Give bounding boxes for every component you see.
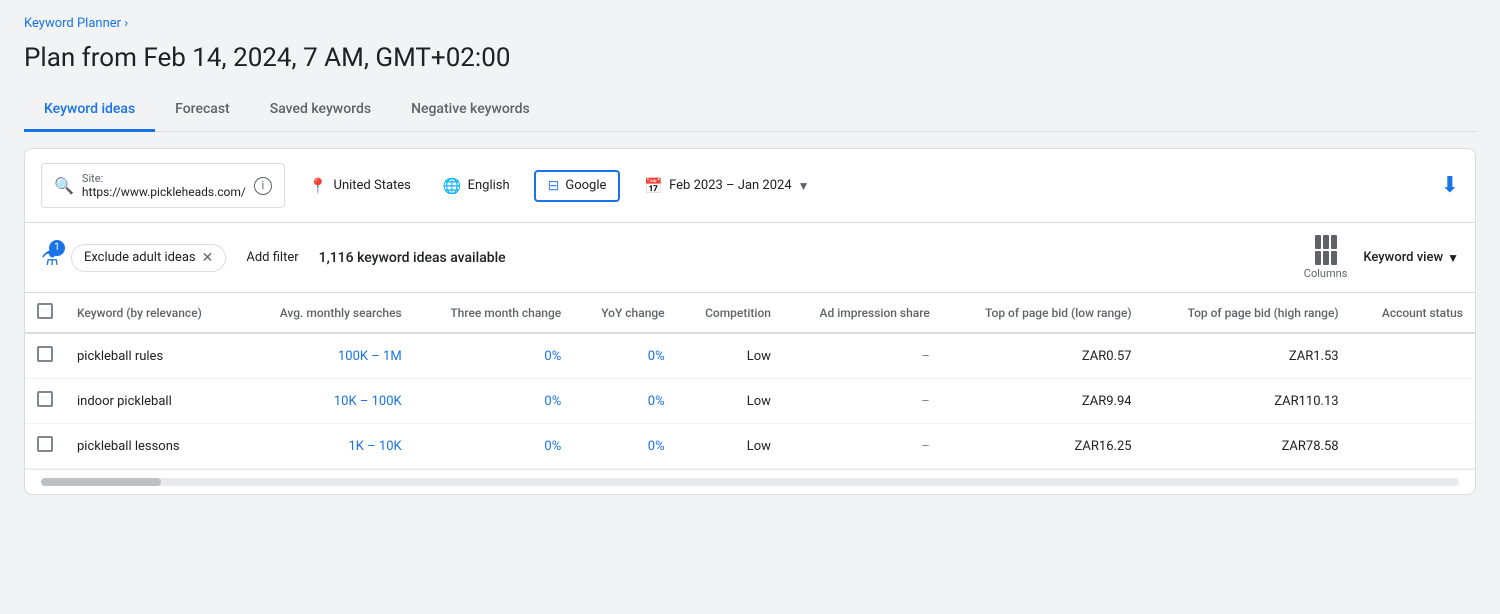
tab-negative-keywords[interactable]: Negative keywords	[391, 89, 550, 132]
location-filter[interactable]: 📍 United States	[301, 171, 419, 201]
col-header-select[interactable]	[25, 293, 65, 333]
row-top-page-low: ZAR9.94	[942, 379, 1144, 424]
location-icon: 📍	[309, 177, 328, 195]
search-engine-filter[interactable]: ⊟ Google	[534, 170, 621, 202]
site-info-icon[interactable]: i	[254, 177, 272, 195]
language-filter[interactable]: 🌐 English	[435, 171, 518, 201]
row-top-page-high: ZAR1.53	[1144, 333, 1351, 379]
site-label: Site:	[82, 172, 246, 185]
col-header-top-page-low[interactable]: Top of page bid (low range)	[942, 293, 1144, 333]
row-competition: Low	[677, 333, 783, 379]
row-ad-impression: –	[783, 333, 942, 379]
row-three-month: 0%	[414, 379, 574, 424]
row-ad-impression: –	[783, 424, 942, 469]
col-header-competition[interactable]: Competition	[677, 293, 783, 333]
date-range-label: Feb 2023 – Jan 2024	[669, 178, 792, 193]
search-icon: 🔍	[54, 176, 74, 195]
row-top-page-low: ZAR0.57	[942, 333, 1144, 379]
col-header-top-page-high[interactable]: Top of page bid (high range)	[1144, 293, 1351, 333]
row-avg-monthly: 1K – 10K	[241, 424, 414, 469]
site-filter[interactable]: 🔍 Site: https://www.pickleheads.com/ i	[41, 163, 285, 208]
chevron-down-icon: ▼	[1447, 251, 1459, 265]
col-header-avg-monthly[interactable]: Avg. monthly searches	[241, 293, 414, 333]
col-header-account-status[interactable]: Account status	[1351, 293, 1475, 333]
row-yoy: 0%	[573, 333, 676, 379]
row-checkbox[interactable]	[25, 424, 65, 469]
row-competition: Low	[677, 379, 783, 424]
close-icon[interactable]: ✕	[202, 250, 214, 266]
site-url: https://www.pickleheads.com/	[82, 185, 246, 199]
date-range-filter[interactable]: 📅 Feb 2023 – Jan 2024 ▼	[636, 171, 817, 201]
chevron-down-icon: ▼	[798, 179, 810, 193]
col-header-yoy[interactable]: YoY change	[573, 293, 676, 333]
row-three-month: 0%	[414, 333, 574, 379]
col-header-three-month[interactable]: Three month change	[414, 293, 574, 333]
google-icon: ⊟	[548, 178, 560, 194]
row-top-page-low: ZAR16.25	[942, 424, 1144, 469]
row-ad-impression: –	[783, 379, 942, 424]
table-header-row: Keyword (by relevance) Avg. monthly sear…	[25, 293, 1475, 333]
row-account-status	[1351, 333, 1475, 379]
row-account-status	[1351, 379, 1475, 424]
filter-badge: 1	[49, 240, 65, 256]
row-keyword[interactable]: pickleball rules	[65, 333, 241, 379]
tab-forecast[interactable]: Forecast	[155, 89, 250, 132]
breadcrumb[interactable]: Keyword Planner ›	[24, 16, 1476, 31]
col-header-keyword[interactable]: Keyword (by relevance)	[65, 293, 241, 333]
col-header-ad-impression[interactable]: Ad impression share	[783, 293, 942, 333]
filter-funnel[interactable]: ⚗ 1	[41, 246, 59, 270]
filter-bar: 🔍 Site: https://www.pickleheads.com/ i 📍…	[25, 149, 1475, 223]
row-avg-monthly: 10K – 100K	[241, 379, 414, 424]
tabs-bar: Keyword ideas Forecast Saved keywords Ne…	[24, 89, 1476, 132]
row-yoy: 0%	[573, 424, 676, 469]
add-filter-button[interactable]: Add filter	[238, 245, 306, 270]
row-yoy: 0%	[573, 379, 676, 424]
language-label: English	[468, 178, 510, 193]
columns-button[interactable]: Columns	[1304, 235, 1348, 280]
table-row: pickleball lessons 1K – 10K 0% 0% Low – …	[25, 424, 1475, 469]
columns-label: Columns	[1304, 267, 1348, 280]
row-checkbox[interactable]	[25, 379, 65, 424]
row-three-month: 0%	[414, 424, 574, 469]
keyword-view-label: Keyword view	[1363, 250, 1443, 265]
row-keyword[interactable]: pickleball lessons	[65, 424, 241, 469]
tab-saved-keywords[interactable]: Saved keywords	[250, 89, 391, 132]
row-competition: Low	[677, 424, 783, 469]
keyword-view-button[interactable]: Keyword view ▼	[1363, 250, 1459, 265]
exclude-adult-chip[interactable]: Exclude adult ideas ✕	[71, 244, 226, 272]
row-top-page-high: ZAR78.58	[1144, 424, 1351, 469]
select-all-checkbox[interactable]	[37, 303, 53, 319]
search-engine-label: Google	[565, 178, 606, 193]
toolbar: ⚗ 1 Exclude adult ideas ✕ Add filter 1,1…	[25, 223, 1475, 293]
page-title: Plan from Feb 14, 2024, 7 AM, GMT+02:00	[24, 43, 1476, 73]
columns-icon	[1315, 235, 1337, 265]
keywords-table: Keyword (by relevance) Avg. monthly sear…	[25, 293, 1475, 469]
horizontal-scrollbar[interactable]	[25, 469, 1475, 494]
row-top-page-high: ZAR110.13	[1144, 379, 1351, 424]
row-account-status	[1351, 424, 1475, 469]
row-checkbox[interactable]	[25, 333, 65, 379]
calendar-icon: 📅	[644, 177, 663, 195]
main-card: 🔍 Site: https://www.pickleheads.com/ i 📍…	[24, 148, 1476, 495]
table-row: indoor pickleball 10K – 100K 0% 0% Low –…	[25, 379, 1475, 424]
row-keyword[interactable]: indoor pickleball	[65, 379, 241, 424]
location-label: United States	[334, 178, 411, 193]
language-icon: 🌐	[443, 177, 462, 195]
exclude-label: Exclude adult ideas	[84, 250, 196, 265]
row-avg-monthly: 100K – 1M	[241, 333, 414, 379]
site-info: Site: https://www.pickleheads.com/	[82, 172, 246, 199]
keyword-count: 1,116 keyword ideas available	[319, 250, 506, 266]
table-row: pickleball rules 100K – 1M 0% 0% Low – Z…	[25, 333, 1475, 379]
toolbar-right: Columns Keyword view ▼	[1304, 235, 1459, 280]
table-container: Keyword (by relevance) Avg. monthly sear…	[25, 293, 1475, 469]
download-icon[interactable]: ⬇	[1441, 173, 1459, 198]
tab-keyword-ideas[interactable]: Keyword ideas	[24, 89, 155, 132]
filter-bar-right: ⬇	[1441, 173, 1459, 198]
